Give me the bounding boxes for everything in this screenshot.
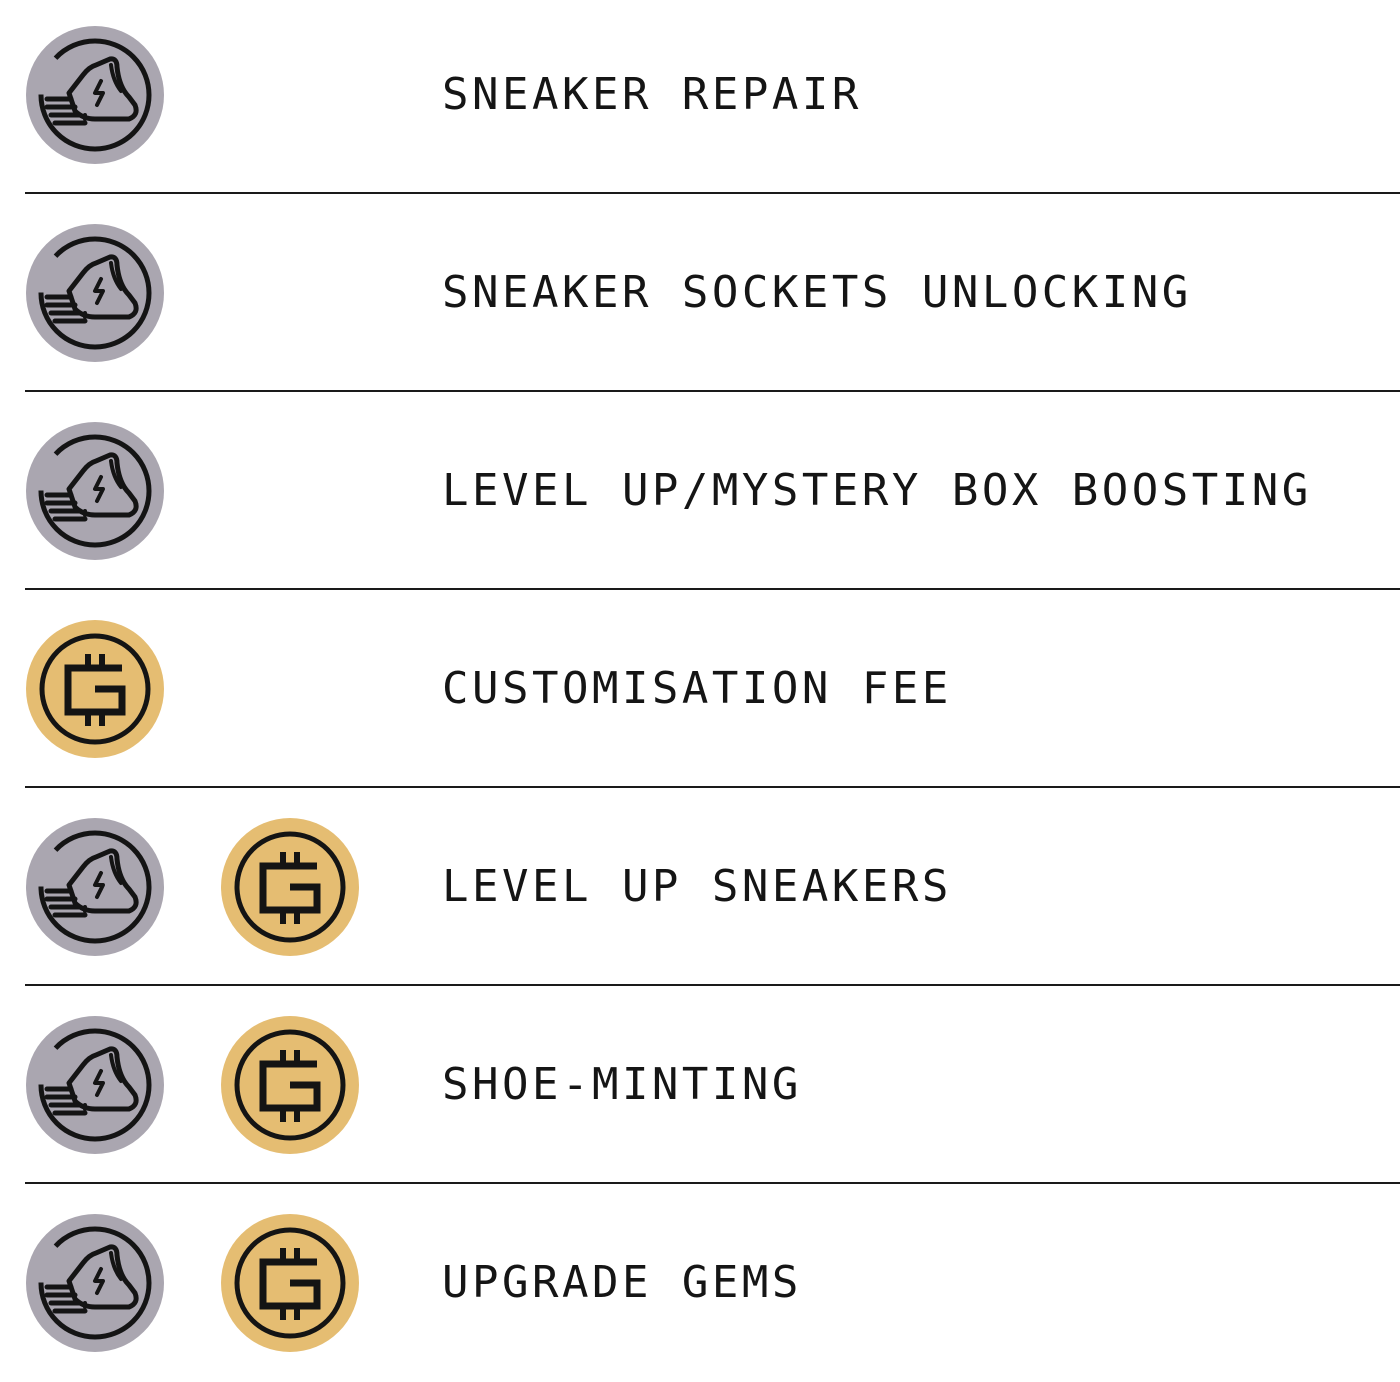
list-item: SNEAKER REPAIR: [0, 0, 1400, 194]
sneaker-coin-icon: [25, 1213, 165, 1353]
item-label: SHOE-MINTING: [442, 1059, 802, 1110]
item-label: SNEAKER REPAIR: [442, 69, 862, 120]
gmt-coin-icon: [25, 619, 165, 759]
item-label: LEVEL UP SNEAKERS: [442, 861, 952, 912]
item-label: SNEAKER SOCKETS UNLOCKING: [442, 267, 1192, 318]
gmt-coin-icon: [220, 1015, 360, 1155]
gmt-coin-icon: [220, 817, 360, 957]
item-label: LEVEL UP/MYSTERY BOX BOOSTING: [442, 465, 1312, 516]
list-item: UPGRADE GEMS: [0, 1184, 1400, 1382]
list-item: SNEAKER SOCKETS UNLOCKING: [0, 194, 1400, 392]
item-label: CUSTOMISATION FEE: [442, 663, 952, 714]
sneaker-coin-icon: [25, 223, 165, 363]
fee-usage-list: SNEAKER REPAIR SNEAKER SOCKETS UNLOCKING…: [0, 0, 1400, 1369]
gmt-coin-icon: [220, 1213, 360, 1353]
sneaker-coin-icon: [25, 25, 165, 165]
sneaker-coin-icon: [25, 817, 165, 957]
list-item: LEVEL UP SNEAKERS: [0, 788, 1400, 986]
item-label: UPGRADE GEMS: [442, 1257, 802, 1308]
sneaker-coin-icon: [25, 1015, 165, 1155]
list-item: LEVEL UP/MYSTERY BOX BOOSTING: [0, 392, 1400, 590]
list-item: CUSTOMISATION FEE: [0, 590, 1400, 788]
sneaker-coin-icon: [25, 421, 165, 561]
list-item: SHOE-MINTING: [0, 986, 1400, 1184]
